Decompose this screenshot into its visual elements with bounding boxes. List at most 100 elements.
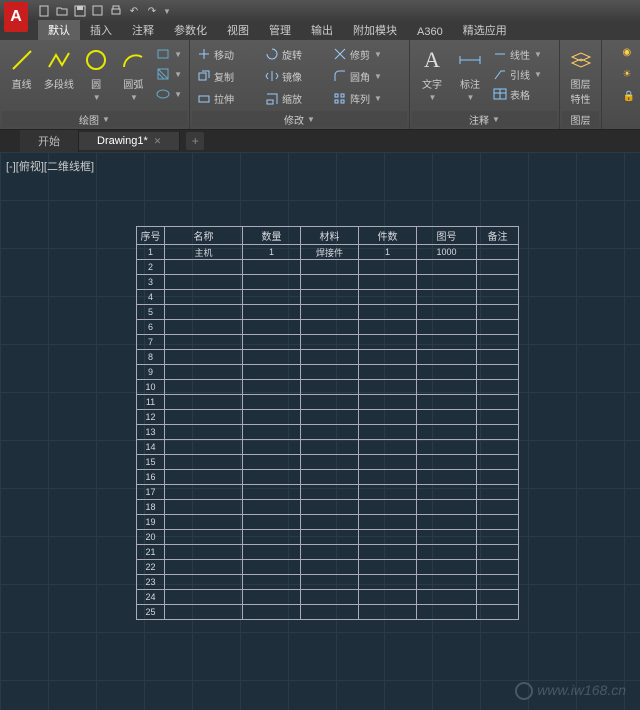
copy-button[interactable]: 复制 bbox=[194, 66, 260, 86]
table-row[interactable]: 19 bbox=[137, 515, 519, 530]
light-icon[interactable]: ◉ bbox=[620, 42, 638, 62]
table-row[interactable]: 16 bbox=[137, 470, 519, 485]
panel-draw-title: 绘图 bbox=[79, 112, 99, 127]
lock-icon[interactable]: 🔒 bbox=[620, 86, 638, 106]
table-row[interactable]: 15 bbox=[137, 455, 519, 470]
quick-access-toolbar: ↶ ↷ ▼ bbox=[0, 0, 640, 22]
app-logo[interactable]: A bbox=[4, 2, 28, 32]
scale-icon bbox=[265, 92, 279, 106]
trim-button[interactable]: 修剪▼ bbox=[330, 44, 396, 64]
line-button[interactable]: 直线 bbox=[4, 44, 39, 93]
ribbon-tab-8[interactable]: A360 bbox=[407, 24, 453, 40]
viewport-label[interactable]: [-][俯视][二维线框] bbox=[6, 158, 94, 174]
qat-redo-icon[interactable]: ↷ bbox=[144, 3, 160, 19]
qat-undo-icon[interactable]: ↶ bbox=[126, 3, 142, 19]
table-row[interactable]: 22 bbox=[137, 560, 519, 575]
table-row[interactable]: 20 bbox=[137, 530, 519, 545]
ribbon-tab-4[interactable]: 视图 bbox=[217, 20, 259, 40]
hatch-icon[interactable]: ▼ bbox=[153, 64, 185, 84]
trim-icon bbox=[333, 47, 347, 61]
sun-icon[interactable]: ☀ bbox=[620, 64, 638, 84]
qat-print-icon[interactable] bbox=[108, 3, 124, 19]
array-button[interactable]: 阵列▼ bbox=[330, 89, 396, 109]
panel-modify: 移动旋转修剪▼复制镜像圆角▼拉伸缩放阵列▼ 修改▼ bbox=[190, 40, 410, 129]
table-row[interactable]: 17 bbox=[137, 485, 519, 500]
array-icon bbox=[333, 92, 347, 106]
panel-annot: A文字▼ 标注▼ 线性▼ 引线▼ 表格 注释▼ bbox=[410, 40, 560, 129]
table-row[interactable]: 25 bbox=[137, 605, 519, 620]
gear-icon bbox=[515, 682, 533, 700]
table-row[interactable]: 9 bbox=[137, 365, 519, 380]
ribbon: 直线 多段线 圆▼ 圆弧▼ ▼ ▼ ▼ 绘图▼ 移动旋转修剪▼复制镜像圆角▼拉伸… bbox=[0, 40, 640, 130]
file-tab-0[interactable]: 开始 bbox=[20, 130, 79, 152]
table-row[interactable]: 11 bbox=[137, 395, 519, 410]
text-button[interactable]: A文字▼ bbox=[414, 44, 450, 104]
stretch-button[interactable]: 拉伸 bbox=[194, 89, 260, 109]
linear-dim-button[interactable]: 线性▼ bbox=[490, 44, 545, 64]
qat-saveas-icon[interactable] bbox=[90, 3, 106, 19]
ribbon-tab-5[interactable]: 管理 bbox=[259, 20, 301, 40]
ellipse-icon[interactable]: ▼ bbox=[153, 84, 185, 104]
ribbon-tab-9[interactable]: 精选应用 bbox=[453, 20, 517, 40]
close-icon[interactable]: ✕ bbox=[154, 136, 162, 147]
table-row[interactable]: 1主机1焊接件11000 bbox=[137, 245, 519, 260]
table-row[interactable]: 2 bbox=[137, 260, 519, 275]
table-row[interactable]: 3 bbox=[137, 275, 519, 290]
stretch-icon bbox=[197, 92, 211, 106]
panel-utilities: ◉ ☀ 🔒 bbox=[618, 40, 640, 129]
table-button[interactable]: 表格 bbox=[490, 84, 545, 104]
ribbon-tab-7[interactable]: 附加模块 bbox=[343, 20, 407, 40]
ribbon-tab-3[interactable]: 参数化 bbox=[164, 20, 217, 40]
table-row[interactable]: 8 bbox=[137, 350, 519, 365]
watermark: www.iw168.cn bbox=[515, 682, 626, 700]
ribbon-tab-1[interactable]: 插入 bbox=[80, 20, 122, 40]
ribbon-tab-0[interactable]: 默认 bbox=[38, 20, 80, 40]
file-tab-bar: 开始Drawing1*✕ + bbox=[0, 130, 640, 152]
table-row[interactable]: 21 bbox=[137, 545, 519, 560]
ribbon-tab-strip: 默认插入注释参数化视图管理输出附加模块A360精选应用 bbox=[0, 22, 640, 40]
qat-open-icon[interactable] bbox=[54, 3, 70, 19]
table-header-row: 序号名称数量材料件数图号备注 bbox=[137, 227, 519, 245]
fillet-icon bbox=[333, 69, 347, 83]
drawing-canvas[interactable]: [-][俯视][二维线框] 序号名称数量材料件数图号备注1主机1焊接件11000… bbox=[0, 152, 640, 710]
panel-modify-title: 修改 bbox=[284, 112, 304, 127]
panel-annot-title: 注释 bbox=[469, 112, 489, 127]
table-row[interactable]: 24 bbox=[137, 590, 519, 605]
table-row[interactable]: 6 bbox=[137, 320, 519, 335]
table-row[interactable]: 12 bbox=[137, 410, 519, 425]
drawing-table[interactable]: 序号名称数量材料件数图号备注1主机1焊接件1100023456789101112… bbox=[136, 226, 519, 620]
ribbon-tab-6[interactable]: 输出 bbox=[301, 20, 343, 40]
table-row[interactable]: 18 bbox=[137, 500, 519, 515]
rotate-button[interactable]: 旋转 bbox=[262, 44, 328, 64]
rect-icon[interactable]: ▼ bbox=[153, 44, 185, 64]
table-row[interactable]: 5 bbox=[137, 305, 519, 320]
layer-properties-button[interactable]: 图层 特性 bbox=[564, 44, 597, 108]
table-row[interactable]: 10 bbox=[137, 380, 519, 395]
move-button[interactable]: 移动 bbox=[194, 44, 260, 64]
mirror-icon bbox=[265, 69, 279, 83]
table-row[interactable]: 23 bbox=[137, 575, 519, 590]
dimension-button[interactable]: 标注▼ bbox=[452, 44, 488, 104]
scale-button[interactable]: 缩放 bbox=[262, 89, 328, 109]
table-row[interactable]: 4 bbox=[137, 290, 519, 305]
arc-button[interactable]: 圆弧▼ bbox=[116, 44, 151, 104]
leader-button[interactable]: 引线▼ bbox=[490, 64, 545, 84]
fillet-button[interactable]: 圆角▼ bbox=[330, 66, 396, 86]
move-icon bbox=[197, 47, 211, 61]
copy-icon bbox=[197, 69, 211, 83]
circle-button[interactable]: 圆▼ bbox=[79, 44, 114, 104]
ribbon-tab-2[interactable]: 注释 bbox=[122, 20, 164, 40]
table-row[interactable]: 13 bbox=[137, 425, 519, 440]
panel-layer: 图层 特性 图层 bbox=[560, 40, 602, 129]
file-tab-1[interactable]: Drawing1*✕ bbox=[79, 132, 180, 150]
table-row[interactable]: 14 bbox=[137, 440, 519, 455]
mirror-button[interactable]: 镜像 bbox=[262, 66, 328, 86]
polyline-button[interactable]: 多段线 bbox=[41, 44, 76, 93]
panel-draw: 直线 多段线 圆▼ 圆弧▼ ▼ ▼ ▼ 绘图▼ bbox=[0, 40, 190, 129]
qat-dropdown-icon[interactable]: ▼ bbox=[163, 7, 171, 16]
add-tab-button[interactable]: + bbox=[186, 132, 204, 150]
table-row[interactable]: 7 bbox=[137, 335, 519, 350]
qat-new-icon[interactable] bbox=[36, 3, 52, 19]
qat-save-icon[interactable] bbox=[72, 3, 88, 19]
layer-label: 图层 特性 bbox=[571, 76, 591, 106]
